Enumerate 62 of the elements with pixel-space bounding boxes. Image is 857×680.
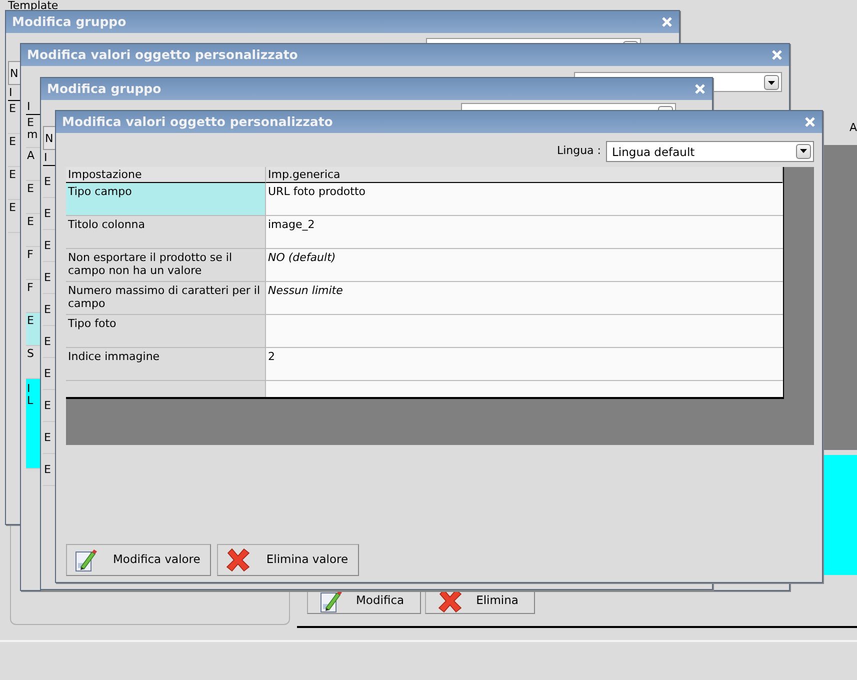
- table-cell[interactable]: Tipo campo: [66, 183, 266, 216]
- table-cell: A: [27, 149, 35, 162]
- table-cell: E: [44, 463, 51, 476]
- window-title: Modifica valori oggetto personalizzato: [27, 46, 298, 64]
- table-cell: E: [44, 207, 51, 220]
- table-cell: E: [9, 102, 16, 115]
- table-cell[interactable]: Tipo foto: [66, 315, 266, 348]
- table-cell[interactable]: Indice immagine: [66, 348, 266, 381]
- input-field[interactable]: N: [10, 67, 18, 80]
- table-cell: E: [27, 314, 34, 327]
- close-button[interactable]: [804, 116, 816, 128]
- table-cell: E: [27, 215, 34, 228]
- column-header[interactable]: Imp.generica: [266, 167, 783, 183]
- table-cell[interactable]: Nessun limite: [266, 282, 783, 315]
- table-cell: E m: [27, 116, 38, 141]
- column-header[interactable]: Impostazione: [66, 167, 266, 183]
- table-cell[interactable]: [266, 381, 783, 397]
- table-cell[interactable]: Non esportare il prodotto se il campo non ha un valore: [66, 249, 266, 282]
- field-label: Lingua :: [556, 142, 601, 159]
- note-text: I L: [27, 382, 34, 407]
- label-text: Template: [8, 0, 58, 12]
- column-header: I: [9, 86, 12, 99]
- edit-button[interactable]: Modifica valore: [66, 544, 212, 576]
- language-dropdown[interactable]: Lingua default: [606, 140, 814, 162]
- table-cell: E: [44, 303, 51, 316]
- column-header: I: [27, 100, 30, 113]
- label-text: A: [849, 120, 857, 136]
- table-cell[interactable]: URL foto prodotto: [266, 183, 783, 216]
- table-cell: S: [27, 347, 34, 360]
- table-cell[interactable]: Titolo colonna: [66, 216, 266, 249]
- delete-icon: [226, 548, 250, 572]
- table-cell: E: [44, 175, 51, 188]
- table-cell: F: [27, 281, 34, 294]
- table-cell: E: [9, 168, 16, 181]
- table-cell: E: [44, 239, 51, 252]
- close-button[interactable]: [694, 83, 706, 95]
- close-button[interactable]: [771, 49, 783, 61]
- table-cell: E: [9, 201, 16, 214]
- table-cell: E: [44, 335, 51, 348]
- table-cell[interactable]: 2: [266, 348, 783, 381]
- pencil-document-icon: [75, 548, 97, 572]
- table-cell: E: [9, 135, 16, 148]
- table-cell: F: [27, 248, 34, 261]
- window-title: Modifica gruppo: [12, 12, 126, 31]
- table-cell: E: [27, 182, 34, 195]
- window-title: Modifica gruppo: [47, 80, 162, 98]
- table-cell[interactable]: NO (default): [266, 249, 783, 282]
- table-cell: E: [44, 271, 51, 284]
- table-cell[interactable]: Numero massimo di caratteri per il campo: [66, 282, 266, 315]
- table-cell[interactable]: [266, 315, 783, 348]
- table-cell: E: [44, 367, 51, 380]
- table-cell: E: [44, 399, 51, 412]
- delete-button[interactable]: Elimina valore: [217, 544, 360, 576]
- table-cell: E: [44, 431, 51, 444]
- window-title: Modifica valori oggetto personalizzato: [62, 112, 333, 131]
- table-cell[interactable]: image_2: [266, 216, 783, 249]
- pencil-document-icon: [320, 589, 342, 613]
- table-cell[interactable]: [66, 381, 266, 397]
- column-header: I: [44, 151, 48, 164]
- close-button[interactable]: [661, 16, 673, 28]
- input-field[interactable]: N: [45, 132, 54, 145]
- delete-icon: [438, 589, 462, 613]
